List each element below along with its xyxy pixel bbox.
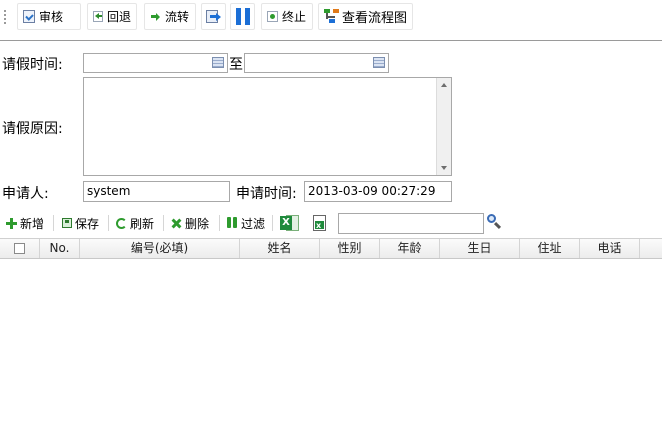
magnifier-icon[interactable]: [487, 214, 503, 230]
grid-toolbar: 新增 保存 刷新 删除 过滤 X x: [0, 210, 662, 237]
column-header-code[interactable]: 编号(必填): [80, 239, 240, 258]
applicant-value: system: [87, 184, 131, 198]
calendar-icon[interactable]: [373, 57, 385, 68]
transfer-button[interactable]: 流转: [144, 3, 196, 30]
filter-button[interactable]: 过滤: [225, 212, 267, 234]
leave-time-label: 请假时间:: [2, 57, 63, 73]
toolbar-separator: [219, 215, 220, 231]
export-button[interactable]: x: [308, 212, 330, 234]
applicant-field[interactable]: system: [83, 181, 230, 202]
toolbar-separator: [53, 215, 54, 231]
reason-textarea[interactable]: [83, 77, 452, 176]
document-check-icon: [23, 10, 35, 23]
add-button[interactable]: 新增: [4, 212, 46, 234]
column-header-name[interactable]: 姓名: [240, 239, 320, 258]
reason-label: 请假原因:: [2, 121, 63, 137]
filter-label: 过滤: [241, 216, 266, 231]
plus-icon: [6, 217, 17, 229]
apply-time-field[interactable]: 2013-03-09 00:27:29: [304, 181, 452, 202]
flowchart-icon: [324, 9, 339, 24]
refresh-label: 刷新: [130, 216, 155, 231]
end-time-field[interactable]: [244, 53, 389, 73]
toolbar-separator: [108, 215, 109, 231]
delete-button[interactable]: 删除: [169, 212, 211, 234]
add-label: 新增: [20, 216, 45, 231]
submit-button[interactable]: [201, 3, 226, 30]
calendar-icon[interactable]: [212, 57, 224, 68]
toolbar-grip[interactable]: [4, 10, 6, 26]
toolbar-separator: [272, 215, 273, 231]
save-label: 保存: [75, 216, 100, 231]
delete-icon: [171, 218, 182, 229]
scroll-down-icon[interactable]: [441, 166, 447, 170]
select-all-cell: [0, 239, 40, 258]
select-all-checkbox[interactable]: [14, 243, 25, 254]
audit-label: 审核: [39, 10, 64, 24]
column-header-birthday[interactable]: 生日: [440, 239, 520, 258]
column-header-age[interactable]: 年龄: [380, 239, 440, 258]
start-time-field[interactable]: [83, 53, 228, 73]
audit-button[interactable]: 审核: [17, 3, 81, 30]
column-header-address[interactable]: 住址: [520, 239, 580, 258]
reason-scrollbar[interactable]: [436, 78, 451, 175]
scroll-up-icon[interactable]: [441, 83, 447, 87]
pause-icon: [235, 8, 250, 25]
column-header-gender[interactable]: 性别: [320, 239, 380, 258]
stop-icon: [267, 11, 278, 22]
grid-header: No. 编号(必填) 姓名 性别 年龄 生日 住址 电话: [0, 238, 662, 259]
column-header-no[interactable]: No.: [40, 239, 80, 258]
back-icon: [93, 11, 103, 22]
toolbar-separator: [163, 215, 164, 231]
apply-time-label: 申请时间:: [236, 186, 297, 202]
view-flow-button[interactable]: 查看流程图: [318, 3, 413, 30]
return-label: 回退: [106, 10, 131, 24]
document-arrow-icon: [206, 9, 221, 24]
excel-button[interactable]: X: [278, 212, 302, 234]
to-label: 至: [229, 57, 243, 73]
filter-icon: [227, 217, 238, 229]
top-toolbar: 审核 回退 流转 终止 查看流程图: [0, 0, 662, 41]
terminate-label: 终止: [282, 10, 307, 24]
apply-time-value: 2013-03-09 00:27:29: [308, 184, 436, 198]
search-input[interactable]: [338, 213, 484, 234]
applicant-label: 申请人:: [2, 186, 49, 202]
excel-icon: X: [280, 214, 300, 232]
column-header-phone[interactable]: 电话: [580, 239, 640, 258]
terminate-button[interactable]: 终止: [261, 3, 313, 30]
export-icon: x: [310, 214, 328, 232]
refresh-button[interactable]: 刷新: [114, 212, 156, 234]
save-icon: [62, 218, 72, 228]
delete-label: 删除: [185, 216, 210, 231]
return-button[interactable]: 回退: [87, 3, 137, 30]
view-flow-label: 查看流程图: [341, 11, 407, 26]
refresh-icon: [116, 217, 127, 229]
forward-arrow-icon: [150, 11, 161, 22]
transfer-label: 流转: [165, 10, 190, 24]
pause-button[interactable]: [230, 3, 255, 30]
save-button[interactable]: 保存: [60, 212, 101, 234]
